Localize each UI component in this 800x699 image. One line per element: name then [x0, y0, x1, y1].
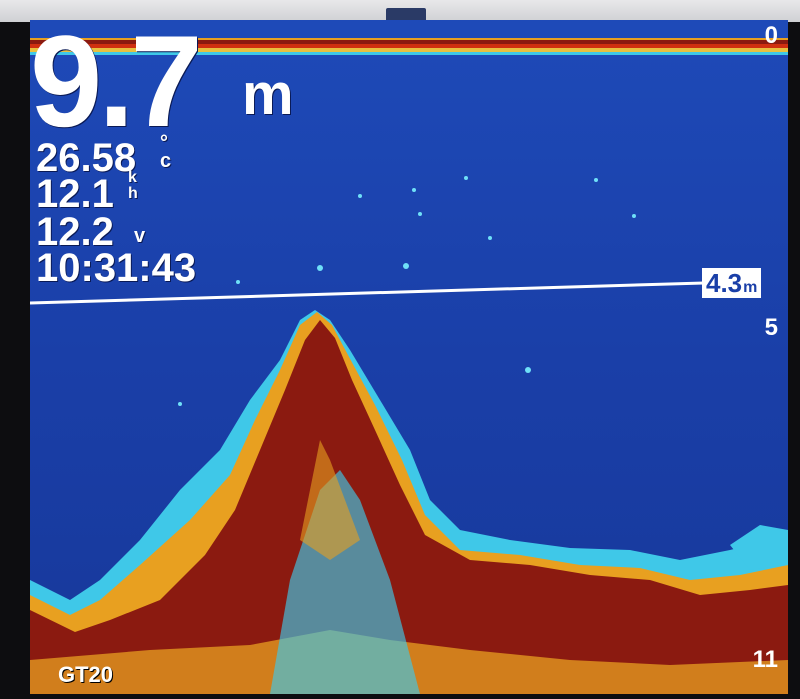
speed-unit-bottom: h: [128, 185, 138, 202]
depth-unit: m: [242, 62, 294, 127]
time-readout: 10:31:43: [36, 246, 197, 290]
depth-scale-top: 0: [764, 22, 778, 49]
fish-target: [632, 214, 636, 218]
depth-cursor-label[interactable]: 4.3 m: [702, 268, 762, 298]
depth-scale-bottom: 11: [752, 646, 778, 673]
fish-target: [178, 402, 182, 406]
sonar-screen: 9.7 m 26.58 ° c 12.1 k h 12.2 v 10:31:43…: [30, 20, 788, 694]
fish-target: [464, 176, 468, 180]
speed-unit: k h: [128, 170, 138, 202]
fish-target: [317, 265, 323, 271]
depth-readout: 9.7: [30, 20, 203, 154]
fish-target: [358, 194, 362, 198]
temperature-unit: ° c: [160, 133, 172, 172]
fish-target: [403, 263, 409, 269]
fish-target: [488, 236, 492, 240]
transducer-model-label: GT20: [58, 662, 114, 687]
depth-scale-middle: 5: [764, 314, 778, 341]
fish-target: [236, 280, 240, 284]
fish-target: [594, 178, 598, 182]
fish-target: [418, 212, 422, 216]
speed-unit-top: k: [128, 169, 137, 186]
depth-cursor-value: 4.3: [706, 268, 743, 298]
fish-target: [412, 188, 416, 192]
speed-readout: 12.1: [36, 172, 114, 216]
fish-target: [525, 367, 531, 373]
voltage-unit: v: [134, 225, 146, 247]
depth-cursor-unit: m: [743, 279, 758, 296]
temperature-unit-bottom: c: [160, 150, 172, 172]
